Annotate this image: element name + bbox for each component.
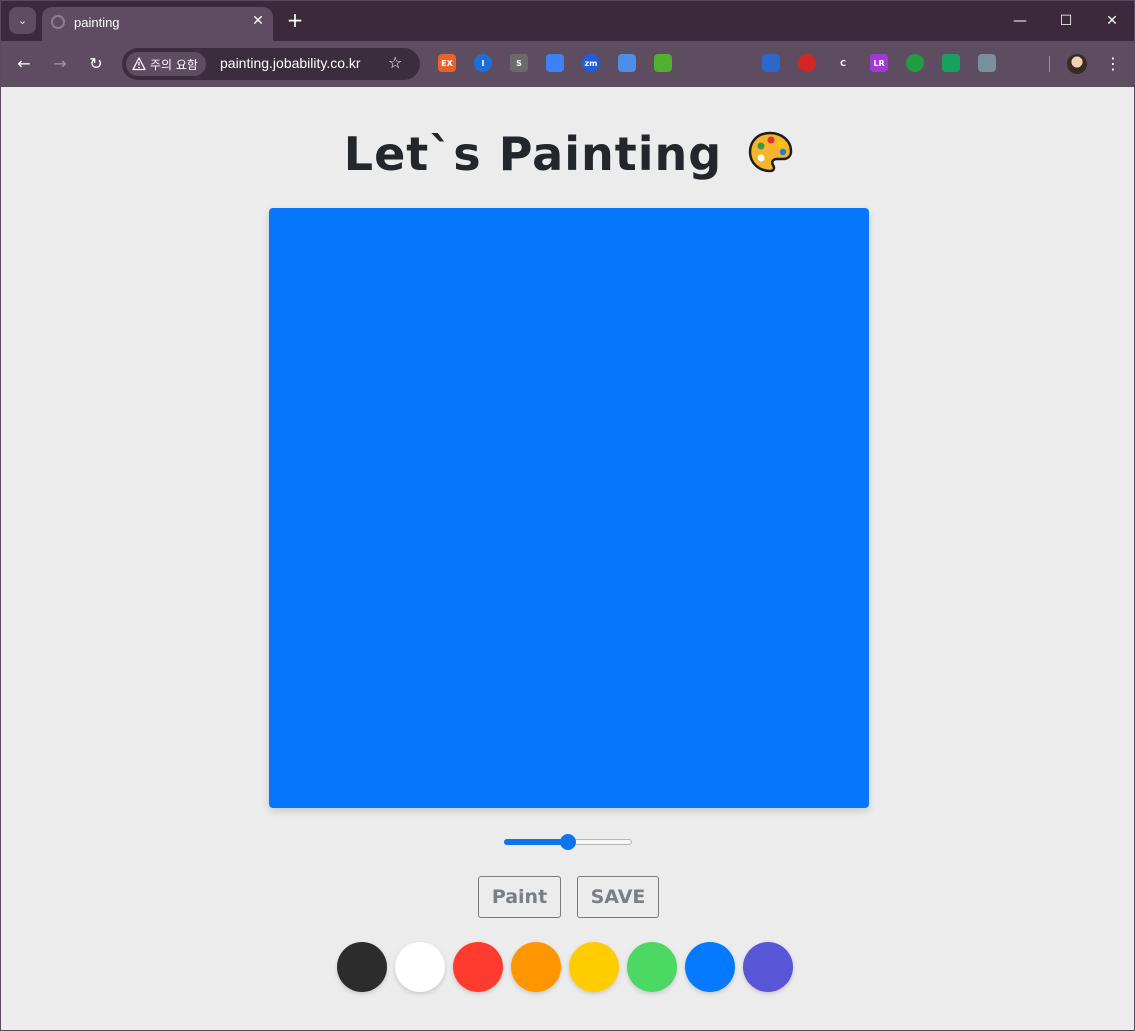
brush-size-slider[interactable]: [504, 833, 632, 851]
zoom-extension-icon[interactable]: zm: [582, 54, 600, 72]
play-circle-icon[interactable]: [654, 54, 672, 72]
new-tab-button[interactable]: +: [284, 9, 306, 31]
reload-button[interactable]: ↻: [85, 53, 107, 75]
color-swatch[interactable]: [569, 942, 619, 992]
arrow-left-icon: ←: [17, 54, 31, 73]
puzzle-icon[interactable]: [1014, 54, 1032, 72]
minimize-icon: —: [1013, 13, 1027, 29]
slider-fill: [504, 839, 568, 845]
page-content: Let`s Painting Paint SAVE: [1, 87, 1134, 1030]
chevron-down-icon: ⌄: [17, 14, 28, 27]
maximize-icon: ☐: [1059, 13, 1073, 29]
more-vertical-icon: ⋮: [1105, 54, 1121, 73]
pen-icon[interactable]: [762, 54, 780, 72]
plus-icon: +: [286, 8, 304, 32]
tab-title: painting: [74, 15, 120, 30]
color-swatch[interactable]: [337, 942, 387, 992]
window-close-button[interactable]: ✕: [1097, 8, 1127, 34]
fast-forward-icon[interactable]: [798, 54, 816, 72]
bookmark-star-icon[interactable]: ☆: [388, 53, 402, 72]
globe-favicon-icon: [51, 15, 65, 29]
reload-icon: ↻: [89, 54, 103, 73]
lr-extension-icon[interactable]: LR: [870, 54, 888, 72]
graduation-cap-icon[interactable]: [546, 54, 564, 72]
password-manager-icon[interactable]: I: [474, 54, 492, 72]
slider-thumb[interactable]: [560, 834, 576, 850]
security-chip[interactable]: 주의 요함: [126, 52, 206, 76]
ex-extension-icon[interactable]: EX: [438, 54, 456, 72]
browser-window: ⌄ painting ✕ + — ☐ ✕ ← → ↻ 주의 요함 paintin…: [0, 0, 1135, 1031]
minimize-button[interactable]: —: [1005, 8, 1035, 34]
address-bar[interactable]: 주의 요함 painting.jobability.co.kr ☆: [122, 48, 420, 80]
tab-close-button[interactable]: ✕: [248, 11, 268, 31]
page-title: Let`s Painting: [1, 127, 1134, 181]
maximize-button[interactable]: ☐: [1051, 8, 1081, 34]
color-swatch[interactable]: [743, 942, 793, 992]
color-swatch[interactable]: [685, 942, 735, 992]
tab-strip: ⌄ painting ✕ + — ☐ ✕: [1, 1, 1134, 41]
s-extension-icon[interactable]: S: [510, 54, 528, 72]
tab-search-button[interactable]: ⌄: [9, 7, 36, 34]
url-text[interactable]: painting.jobability.co.kr: [220, 55, 361, 71]
react-icon[interactable]: [690, 54, 708, 72]
security-chip-label: 주의 요함: [150, 57, 198, 72]
paint-button[interactable]: Paint: [478, 876, 561, 918]
globe-extension-icon[interactable]: [978, 54, 996, 72]
close-icon: ✕: [1106, 13, 1118, 29]
color-swatch[interactable]: [395, 942, 445, 992]
browser-toolbar: ← → ↻ 주의 요함 painting.jobability.co.kr ☆ …: [1, 41, 1134, 87]
color-swatch[interactable]: [511, 942, 561, 992]
browser-menu-button[interactable]: ⋮: [1105, 53, 1121, 75]
color-swatch[interactable]: [453, 942, 503, 992]
profile-avatar[interactable]: [1067, 54, 1087, 74]
page-title-text: Let`s Painting: [343, 127, 723, 181]
tab-painting[interactable]: painting ✕: [42, 7, 273, 41]
warning-icon: [132, 57, 146, 71]
gear-icon[interactable]: [726, 54, 744, 72]
chat-extension-icon[interactable]: [942, 54, 960, 72]
back-button[interactable]: ←: [13, 53, 35, 75]
toolbar-divider: [1049, 56, 1050, 72]
drawing-canvas[interactable]: [269, 208, 869, 808]
code-extension-icon[interactable]: C: [834, 54, 852, 72]
screen-extension-icon[interactable]: [906, 54, 924, 72]
save-button[interactable]: SAVE: [577, 876, 659, 918]
link-icon[interactable]: [618, 54, 636, 72]
arrow-right-icon: →: [53, 54, 67, 73]
forward-button[interactable]: →: [49, 53, 71, 75]
palette-icon: [748, 131, 793, 173]
color-swatch[interactable]: [627, 942, 677, 992]
close-icon: ✕: [252, 13, 264, 29]
